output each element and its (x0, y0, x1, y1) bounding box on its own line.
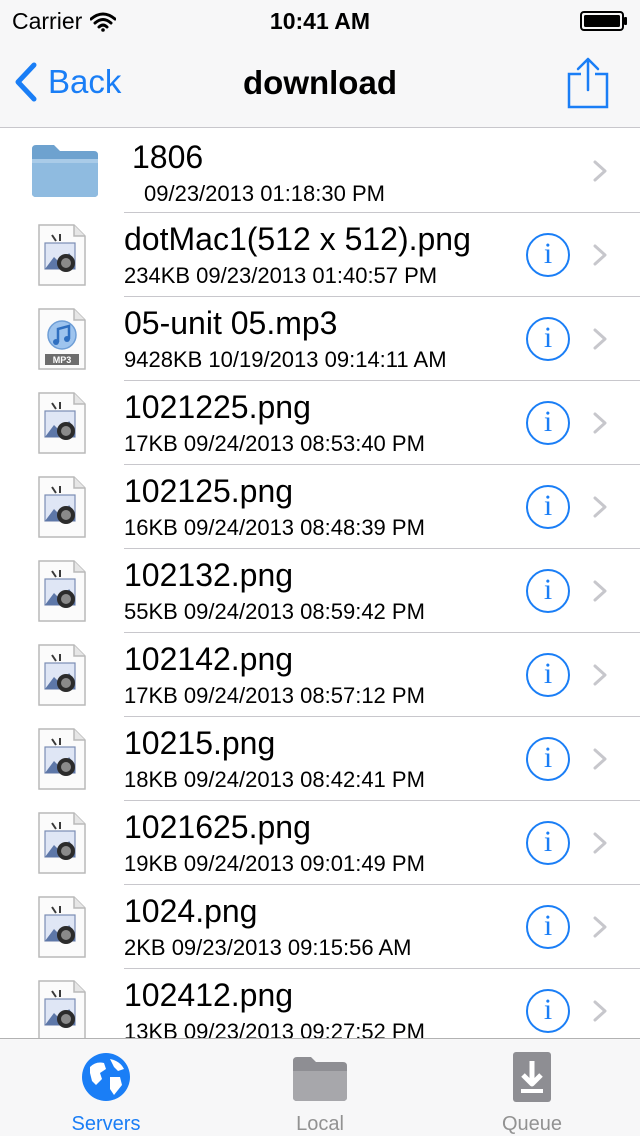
file-name: 1806 (132, 139, 204, 175)
file-meta: 17KB 09/24/2013 08:53:40 PM (124, 431, 425, 456)
chevron-right-icon (593, 580, 607, 602)
chevron-right-icon (593, 664, 607, 686)
file-row[interactable]: 10215.png 18KB 09/24/2013 08:42:41 PM i (0, 717, 640, 801)
file-meta: 09/23/2013 01:18:30 PM (144, 181, 385, 206)
chevron-right-icon (593, 160, 607, 182)
file-meta: 18KB 09/24/2013 08:42:41 PM (124, 767, 425, 792)
info-button[interactable]: i (526, 737, 570, 781)
folder-row[interactable]: 1806 09/23/2013 01:18:30 PM (0, 129, 640, 213)
mp3-badge: MP3 (53, 355, 72, 365)
file-meta: 17KB 09/24/2013 08:57:12 PM (124, 683, 425, 708)
info-button[interactable]: i (526, 233, 570, 277)
share-icon[interactable] (566, 56, 610, 110)
image-file-icon (38, 224, 86, 286)
file-name: 1021225.png (124, 389, 311, 425)
image-file-icon (38, 560, 86, 622)
image-file-icon (38, 896, 86, 958)
folder-icon (32, 145, 98, 197)
file-name: dotMac1(512 x 512).png (124, 221, 471, 257)
file-meta: 19KB 09/24/2013 09:01:49 PM (124, 851, 425, 876)
file-row[interactable]: 1024.png 2KB 09/23/2013 09:15:56 AM i (0, 885, 640, 969)
image-file-icon (38, 392, 86, 454)
file-row[interactable]: MP3 05-unit 05.mp3 9428KB 10/19/2013 09:14… (0, 297, 640, 381)
chevron-right-icon (593, 496, 607, 518)
file-list: 1806 09/23/2013 01:18:30 PM dotMac1(512 x … (0, 129, 640, 1038)
chevron-right-icon (593, 244, 607, 266)
file-name: 1024.png (124, 893, 258, 929)
battery-icon (580, 11, 627, 31)
file-name: 102142.png (124, 641, 294, 677)
file-meta: 16KB 09/24/2013 08:48:39 PM (124, 515, 425, 540)
chevron-right-icon (593, 1000, 607, 1022)
tab-servers-label: Servers (71, 1113, 141, 1135)
file-name: 10215.png (124, 725, 276, 761)
info-button[interactable]: i (526, 485, 570, 529)
file-meta: 55KB 09/24/2013 08:59:42 PM (124, 599, 425, 624)
image-file-icon (38, 980, 86, 1038)
info-button[interactable]: i (526, 569, 570, 613)
file-row[interactable]: 102125.png 16KB 09/24/2013 08:48:39 PM i (0, 465, 640, 549)
tab-local[interactable]: Local (240, 1039, 400, 1136)
file-row[interactable]: dotMac1(512 x 512).png 234KB 09/23/2013 0… (0, 213, 640, 297)
file-row[interactable]: 1021225.png 17KB 09/24/2013 08:53:40 PM i (0, 381, 640, 465)
file-name: 05-unit 05.mp3 (124, 305, 338, 341)
info-button[interactable]: i (526, 821, 570, 865)
info-button[interactable]: i (526, 401, 570, 445)
tab-servers[interactable]: Servers (26, 1039, 186, 1136)
chevron-right-icon (593, 412, 607, 434)
tab-queue-label: Queue (501, 1113, 563, 1135)
page-title: download (243, 64, 397, 101)
file-name: 102132.png (124, 557, 294, 593)
status-bar: Carrier 10:41 AM (0, 0, 640, 40)
tab-queue[interactable]: Queue (452, 1039, 612, 1136)
globe-icon (82, 1053, 130, 1101)
image-file-icon (38, 728, 86, 790)
file-name: 1021625.png (124, 809, 311, 845)
image-file-icon (38, 812, 86, 874)
file-name: 102412.png (124, 977, 294, 1013)
chevron-right-icon (593, 748, 607, 770)
file-meta: 9428KB 10/19/2013 09:14:11 AM (124, 347, 447, 372)
chevron-right-icon (593, 916, 607, 938)
download-icon (513, 1052, 551, 1102)
tab-local-label: Local (296, 1113, 344, 1135)
file-row[interactable]: 102412.png 13KB 09/23/2013 09:27:52 PM i (0, 969, 640, 1038)
status-time: 10:41 AM (269, 8, 371, 34)
info-button[interactable]: i (526, 317, 570, 361)
file-meta: 234KB 09/23/2013 01:40:57 PM (124, 263, 438, 288)
info-button[interactable]: i (526, 989, 570, 1033)
folder-icon (293, 1057, 347, 1101)
file-row[interactable]: 102132.png 55KB 09/24/2013 08:59:42 PM i (0, 549, 640, 633)
chevron-right-icon (593, 328, 607, 350)
file-meta: 2KB 09/23/2013 09:15:56 AM (124, 935, 412, 960)
info-button[interactable]: i (526, 905, 570, 949)
mp3-file-icon: MP3 (38, 308, 86, 370)
info-button[interactable]: i (526, 653, 570, 697)
image-file-icon (38, 476, 86, 538)
tab-bar: Servers Local Queue (0, 1038, 640, 1136)
image-file-icon (38, 644, 86, 706)
file-name: 102125.png (124, 473, 294, 509)
file-row[interactable]: 102142.png 17KB 09/24/2013 08:57:12 PM i (0, 633, 640, 717)
navigation-bar: Back download (0, 40, 640, 128)
file-meta: 13KB 09/23/2013 09:27:52 PM (124, 1019, 425, 1038)
chevron-right-icon (593, 832, 607, 854)
file-row[interactable]: 1021625.png 19KB 09/24/2013 09:01:49 PM i (0, 801, 640, 885)
